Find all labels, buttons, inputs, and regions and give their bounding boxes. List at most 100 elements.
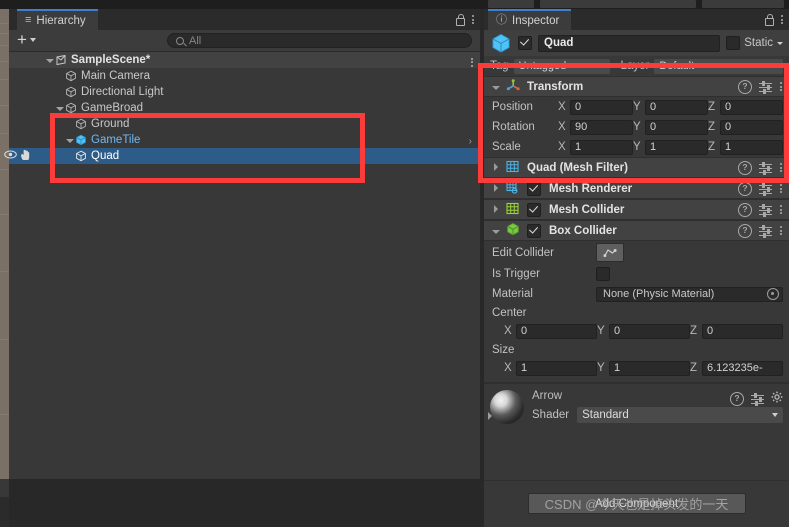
inspector-menu-icon[interactable] (780, 13, 784, 25)
size-vector-row: X1 Y1 Z 6.123235e- (484, 358, 789, 378)
hierarchy-menu-icon[interactable] (471, 13, 475, 25)
position-x-input[interactable]: 0 (570, 99, 633, 115)
help-icon[interactable]: ? (738, 79, 752, 94)
axis-label-y: Y (597, 325, 605, 337)
gear-icon[interactable] (771, 391, 783, 406)
component-menu-icon[interactable] (779, 161, 783, 173)
add-component-button[interactable]: Add Component (527, 493, 746, 514)
size-y-input[interactable]: 1 (609, 360, 690, 376)
component-menu-icon[interactable] (779, 203, 783, 215)
mesh-collider-enabled-checkbox[interactable] (527, 202, 541, 217)
hierarchy-item-gamebroad[interactable]: GameBroad (9, 100, 480, 116)
hierarchy-item-gametile[interactable]: GameTile › (9, 132, 480, 148)
foldout-box-collider[interactable] (490, 225, 501, 237)
hierarchy-item-ground[interactable]: Ground (9, 116, 480, 132)
component-header-box-collider[interactable]: Box Collider ? (484, 220, 789, 241)
static-checkbox[interactable] (726, 36, 741, 50)
hierarchy-item-main-camera[interactable]: Main Camera (9, 68, 480, 84)
preset-icon[interactable] (759, 81, 772, 94)
axis-x: X1 (504, 360, 597, 376)
center-y-input[interactable]: 0 (609, 323, 690, 339)
foldout-gamebroad[interactable] (55, 102, 65, 114)
lock-icon[interactable] (764, 14, 774, 26)
help-icon[interactable]: ? (738, 181, 752, 196)
component-menu-icon[interactable] (779, 80, 783, 92)
center-x-input[interactable]: 0 (516, 323, 597, 339)
component-header-mesh-filter[interactable]: Quad (Mesh Filter) ? (484, 157, 789, 178)
preset-icon[interactable] (759, 162, 772, 175)
toolbar-button-d[interactable] (702, 0, 784, 8)
chevron-down-icon[interactable] (777, 41, 783, 45)
help-icon[interactable]: ? (738, 202, 752, 217)
size-x-input[interactable]: 1 (516, 360, 597, 376)
tab-hierarchy[interactable]: ≡ Hierarchy (17, 9, 98, 30)
layer-dropdown[interactable]: Default (654, 58, 783, 74)
rotation-z-input[interactable]: 0 (720, 119, 783, 135)
axis-z: Z1 (708, 139, 783, 155)
foldout-mesh-collider[interactable] (490, 204, 501, 216)
component-title: Box Collider (549, 224, 617, 237)
help-icon[interactable]: ? (738, 223, 752, 238)
lock-icon[interactable] (455, 14, 465, 26)
tag-dropdown[interactable]: Untagged (513, 58, 610, 74)
visibility-controls[interactable] (0, 148, 34, 164)
component-menu-icon[interactable] (779, 182, 783, 194)
rotation-y-input[interactable]: 0 (645, 119, 708, 135)
preset-icon[interactable] (759, 204, 772, 217)
box-collider-enabled-checkbox[interactable] (527, 223, 541, 238)
shader-dropdown[interactable]: Standard (577, 407, 783, 423)
object-picker-icon[interactable] (767, 288, 779, 300)
object-name-field[interactable]: Quad (538, 34, 721, 52)
component-header-mesh-renderer[interactable]: Mesh Renderer ? (484, 178, 789, 199)
eye-icon[interactable] (4, 150, 17, 162)
edit-collider-button[interactable] (596, 243, 624, 262)
hierarchy-search-input[interactable]: All (167, 33, 472, 48)
size-z-input[interactable]: 6.123235e- (702, 360, 783, 376)
component-menu-icon[interactable] (779, 224, 783, 236)
foldout-mesh-renderer[interactable] (490, 183, 501, 195)
scale-y-input[interactable]: 1 (645, 139, 708, 155)
object-enabled-checkbox[interactable] (518, 36, 532, 50)
component-header-mesh-collider[interactable]: Mesh Collider ? (484, 199, 789, 220)
material-row: Material None (Physic Material) (484, 284, 789, 304)
toolbar-button-c[interactable] (618, 0, 696, 8)
help-icon[interactable]: ? (730, 391, 744, 406)
foldout-transform[interactable] (490, 81, 501, 93)
tab-inspector[interactable]: ⓘ Inspector (488, 9, 572, 30)
hierarchy-tabbar: ≡ Hierarchy (9, 9, 480, 30)
toolbar-button-b[interactable] (540, 0, 628, 8)
toolbar-button-a[interactable] (488, 0, 534, 8)
axis-y: Y0 (597, 323, 690, 339)
position-z-input[interactable]: 0 (720, 99, 783, 115)
foldout-gametile[interactable] (65, 134, 75, 146)
component-header-transform[interactable]: Transform ? (484, 76, 789, 97)
mesh-renderer-enabled-checkbox[interactable] (527, 181, 541, 196)
preset-icon[interactable] (759, 225, 772, 238)
foldout-material[interactable] (488, 411, 492, 423)
scale-z-input[interactable]: 1 (720, 139, 783, 155)
is-trigger-checkbox[interactable] (596, 267, 610, 281)
prefab-open-arrow-icon[interactable]: › (469, 136, 472, 147)
preset-icon[interactable] (759, 183, 772, 196)
component-title: Transform (527, 80, 584, 93)
foldout-samplescene[interactable] (45, 54, 55, 66)
center-z-input[interactable]: 0 (702, 323, 783, 339)
preset-icon[interactable] (751, 393, 764, 406)
foldout-mesh-filter[interactable] (490, 162, 501, 174)
hierarchy-item-samplescene[interactable]: SampleScene* (9, 52, 480, 68)
rotation-x-input[interactable]: 90 (570, 119, 633, 135)
physic-material-field[interactable]: None (Physic Material) (596, 286, 783, 302)
hierarchy-panel: ≡ Hierarchy + All SampleScene* Main Came… (4, 9, 480, 479)
scene-menu-icon[interactable] (470, 56, 474, 68)
vector3-field: X1 Y1 Z 6.123235e- (504, 360, 783, 376)
position-y-input[interactable]: 0 (645, 99, 708, 115)
hierarchy-item-directional-light[interactable]: Directional Light (9, 84, 480, 100)
help-icon[interactable]: ? (738, 160, 752, 175)
static-toggle[interactable]: Static (726, 36, 783, 50)
create-object-button[interactable]: + (17, 31, 36, 48)
shader-label: Shader (532, 409, 570, 421)
hierarchy-item-quad[interactable]: Quad (4, 148, 480, 164)
hand-icon[interactable] (20, 149, 31, 164)
axis-label-z: Z (708, 141, 716, 153)
scale-x-input[interactable]: 1 (570, 139, 633, 155)
